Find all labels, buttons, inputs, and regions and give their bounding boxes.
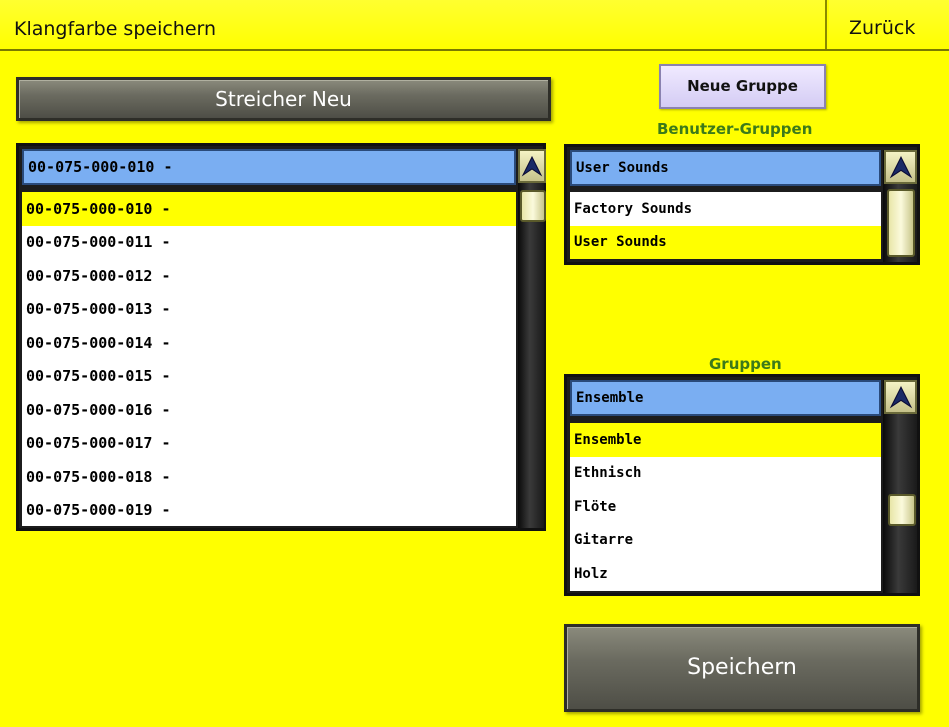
sound-list-scroll-up-button[interactable]	[518, 149, 546, 183]
group-item[interactable]: Flöte	[570, 490, 881, 524]
user-group-item[interactable]: User Sounds	[570, 225, 881, 259]
user-groups-scroll-thumb[interactable]	[887, 189, 915, 257]
arrow-up-icon	[889, 385, 912, 409]
sound-list-item[interactable]: 00-075-000-015 -	[22, 360, 516, 394]
group-item[interactable]: Holz	[570, 557, 881, 591]
sound-list-item[interactable]: 00-075-000-012 -	[22, 259, 516, 293]
title-bar: Klangfarbe speichern Zurück	[0, 0, 949, 51]
sound-list-item[interactable]: 00-075-000-013 -	[22, 293, 516, 327]
save-button[interactable]: Speichern	[564, 624, 920, 712]
sound-list-item[interactable]: 00-075-000-017 -	[22, 427, 516, 461]
user-groups-label: Benutzer-Gruppen	[657, 120, 813, 138]
groups-scroll-up-button[interactable]	[884, 380, 917, 414]
groups-items: Ensemble Ethnisch Flöte Gitarre Holz	[570, 423, 881, 591]
sound-name-field[interactable]: Streicher Neu	[16, 77, 551, 121]
arrow-up-icon	[889, 155, 912, 179]
sound-list-items: 00-075-000-010 -00-075-000-011 -00-075-0…	[22, 192, 516, 526]
new-group-button[interactable]: Neue Gruppe	[659, 64, 826, 109]
group-item[interactable]: Gitarre	[570, 524, 881, 558]
sound-list-item[interactable]: 00-075-000-019 -	[22, 494, 516, 527]
page-title: Klangfarbe speichern	[0, 0, 827, 49]
sound-list-selected[interactable]: 00-075-000-010 -	[22, 149, 516, 185]
groups-list: Ensemble Ensemble Ethnisch Flöte Gitarre Hol…	[564, 374, 920, 596]
groups-selected[interactable]: Ensemble	[570, 380, 881, 416]
user-groups-list: User Sounds Factory Sounds User Sounds	[564, 144, 920, 265]
user-group-item[interactable]: Factory Sounds	[570, 192, 881, 226]
sound-list-item[interactable]: 00-075-000-011 -	[22, 226, 516, 260]
sound-list-item[interactable]: 00-075-000-016 -	[22, 393, 516, 427]
sound-list-item[interactable]: 00-075-000-018 -	[22, 460, 516, 494]
user-groups-selected[interactable]: User Sounds	[570, 150, 881, 186]
sound-list-item[interactable]: 00-075-000-014 -	[22, 326, 516, 360]
back-button[interactable]: Zurück	[829, 0, 949, 49]
groups-scroll-thumb[interactable]	[888, 494, 916, 526]
sound-list-item[interactable]: 00-075-000-010 -	[22, 192, 516, 226]
user-groups-scroll-up-button[interactable]	[884, 150, 917, 184]
sound-list-scroll-thumb[interactable]	[520, 190, 546, 222]
groups-label: Gruppen	[709, 355, 782, 373]
sound-list: 00-075-000-010 - 00-075-000-010 -00-075-…	[16, 143, 546, 531]
user-groups-items: Factory Sounds User Sounds	[570, 192, 881, 259]
arrow-up-icon	[521, 155, 543, 177]
group-item[interactable]: Ethnisch	[570, 457, 881, 491]
group-item[interactable]: Ensemble	[570, 423, 881, 457]
